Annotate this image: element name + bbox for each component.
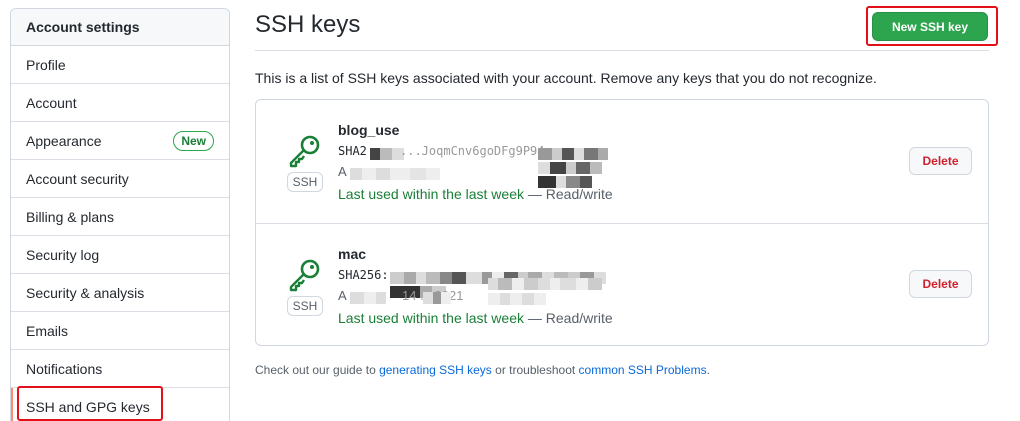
key-fingerprint-partial: ...JoqmCnv6goDFg9P94 xyxy=(400,144,545,158)
key-access-level: — Read/write xyxy=(527,310,613,326)
key-added-date: A xyxy=(338,164,613,184)
settings-sidebar: Account settings Profile Account Appeara… xyxy=(10,8,230,421)
sidebar-header: Account settings xyxy=(11,9,229,46)
key-added-text: A xyxy=(338,164,347,179)
redaction-mosaic xyxy=(350,292,386,304)
intro-text: This is a list of SSH keys associated wi… xyxy=(255,70,877,86)
sidebar-item-security-log[interactable]: Security log xyxy=(11,236,229,274)
sidebar-item-label: Notifications xyxy=(26,360,103,377)
sidebar-item-label: SSH and GPG keys xyxy=(26,398,150,415)
key-icon xyxy=(289,259,320,292)
key-fingerprint-text: SHA256: xyxy=(338,268,389,282)
ssh-key-row: SSH blog_use SHA2 ...JoqmCnv6goDFg9P94 A xyxy=(256,100,988,223)
key-fingerprint: SHA2 ...JoqmCnv6goDFg9P94 xyxy=(338,144,613,188)
ssh-keys-list: SSH blog_use SHA2 ...JoqmCnv6goDFg9P94 A xyxy=(255,99,989,346)
key-badge: SSH xyxy=(286,134,324,192)
sidebar-item-label: Account security xyxy=(26,170,129,187)
sidebar-item-account-security[interactable]: Account security xyxy=(11,160,229,198)
sidebar-item-billing[interactable]: Billing & plans xyxy=(11,198,229,236)
key-icon xyxy=(289,135,320,168)
key-type-label: SSH xyxy=(286,296,324,316)
sidebar-item-ssh-gpg-keys[interactable]: SSH and GPG keys xyxy=(11,388,229,421)
key-type-label: SSH xyxy=(286,172,324,192)
key-added-text: A xyxy=(338,288,347,303)
key-details: mac SHA256: A 14 ... 2021 xyxy=(338,246,613,326)
sidebar-item-profile[interactable]: Profile xyxy=(11,46,229,84)
key-last-used-text: Last used within the last week xyxy=(338,186,524,202)
sidebar-item-label: Profile xyxy=(26,56,66,73)
redaction-mosaic xyxy=(538,148,613,188)
key-title: blog_use xyxy=(338,122,400,138)
sidebar-item-appearance[interactable]: Appearance New xyxy=(11,122,229,160)
key-title: mac xyxy=(338,246,367,262)
new-badge: New xyxy=(173,130,214,151)
page-title: SSH keys xyxy=(255,11,361,38)
sidebar-item-label: Emails xyxy=(26,322,69,339)
key-last-used-text: Last used within the last week xyxy=(338,310,524,326)
footer-prefix: Check out our guide to xyxy=(255,363,380,377)
key-fingerprint-text: SHA2 xyxy=(338,144,367,158)
key-badge: SSH xyxy=(286,258,324,316)
key-details: blog_use SHA2 ...JoqmCnv6goDFg9P94 A Las… xyxy=(338,122,613,202)
sidebar-item-label: Security log xyxy=(26,246,100,263)
delete-key-button[interactable]: Delete xyxy=(909,270,972,298)
sidebar-item-label: Security & analysis xyxy=(26,284,145,301)
footer-suffix: . xyxy=(706,363,710,377)
key-last-used: Last used within the last week — Read/wr… xyxy=(338,310,613,326)
key-access-level: — Read/write xyxy=(527,186,613,202)
ssh-key-row: SSH mac SHA256: A 14 ... 2021 xyxy=(256,223,988,346)
sidebar-item-emails[interactable]: Emails xyxy=(11,312,229,350)
key-last-used: Last used within the last week — Read/wr… xyxy=(338,186,613,202)
title-divider xyxy=(255,50,989,51)
sidebar-item-account[interactable]: Account xyxy=(11,84,229,122)
sidebar-item-notifications[interactable]: Notifications xyxy=(11,350,229,388)
delete-key-button[interactable]: Delete xyxy=(909,147,972,175)
redaction-mosaic xyxy=(423,292,451,304)
common-ssh-problems-link[interactable]: common SSH Problems xyxy=(579,363,707,377)
sidebar-item-security-analysis[interactable]: Security & analysis xyxy=(11,274,229,312)
generating-ssh-keys-link[interactable]: generating SSH keys xyxy=(379,363,492,377)
key-added-date: A 14 ... 2021 xyxy=(338,278,613,308)
sidebar-item-label: Billing & plans xyxy=(26,208,114,225)
redaction-mosaic xyxy=(350,168,440,180)
redaction-mosaic xyxy=(370,148,404,160)
sidebar-item-label: Account xyxy=(26,94,77,111)
sidebar-item-label: Appearance xyxy=(26,132,102,149)
footer-middle: or troubleshoot xyxy=(491,363,579,377)
new-ssh-key-button[interactable]: New SSH key xyxy=(872,12,988,41)
footer-help-text: Check out our guide to generating SSH ke… xyxy=(255,363,710,377)
redaction-mosaic xyxy=(488,278,613,305)
